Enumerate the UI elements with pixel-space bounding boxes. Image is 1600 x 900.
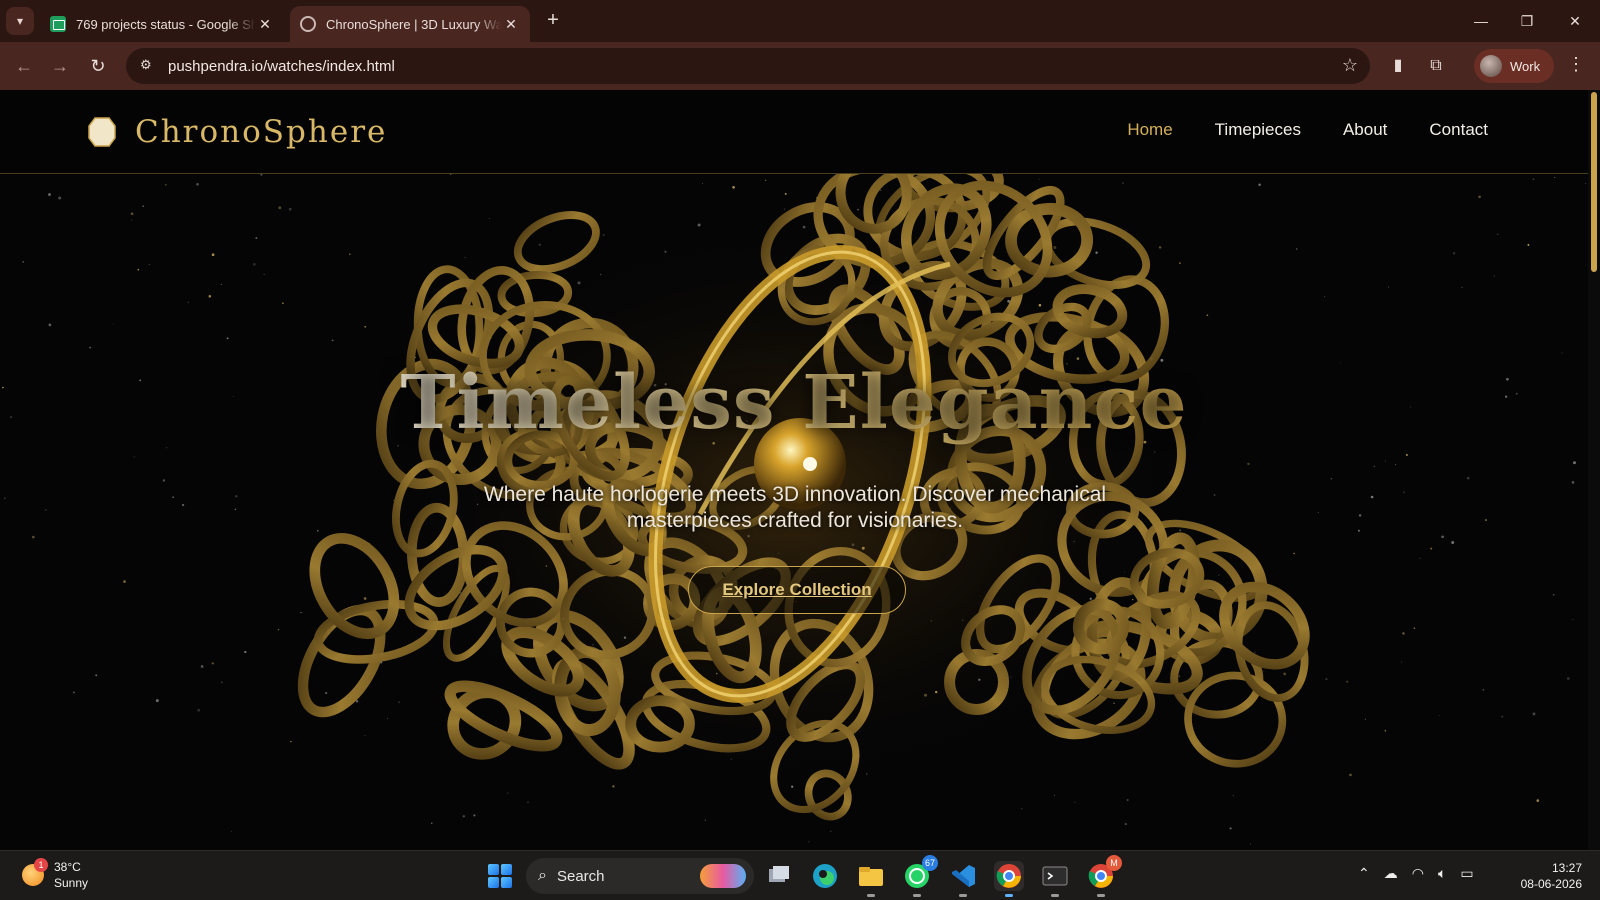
globe-icon	[300, 16, 316, 32]
hero-subtitle: Where haute horlogerie meets 3D innovati…	[450, 482, 1140, 534]
url-text: pushpendra.io/watches/index.html	[168, 57, 395, 75]
clock[interactable]: 13:27 08-06-2026	[1510, 860, 1582, 892]
terminal-icon[interactable]	[1040, 861, 1070, 897]
wifi-icon[interactable]: ◠	[1412, 865, 1424, 882]
restore-button[interactable]: ❐	[1512, 8, 1542, 34]
forward-button[interactable]: →	[46, 52, 74, 80]
clock-time: 13:27	[1551, 861, 1582, 875]
close-icon[interactable]: ✕	[502, 16, 520, 33]
edge-icon[interactable]	[810, 861, 840, 891]
main-nav: Home Timepieces About Contact	[1127, 120, 1488, 140]
search-highlight-icon	[700, 864, 746, 888]
explore-collection-button[interactable]: Explore Collection	[688, 566, 906, 614]
volume-icon[interactable]: 🔈︎	[1438, 865, 1446, 882]
nav-contact[interactable]: Contact	[1429, 120, 1488, 140]
nav-timepieces[interactable]: Timepieces	[1215, 120, 1301, 140]
whatsapp-badge: 67	[922, 855, 938, 871]
task-view-icon[interactable]	[764, 861, 794, 891]
avatar	[1480, 55, 1502, 77]
notification-badge: 1	[34, 858, 48, 872]
site-settings-icon[interactable]: ⚙	[140, 57, 158, 75]
running-indicator	[1005, 894, 1013, 897]
scrollbar-thumb[interactable]	[1591, 92, 1597, 272]
weather-desc: Sunny	[54, 876, 89, 890]
taskbar-search[interactable]: ⌕ Search	[526, 858, 754, 894]
whatsapp-icon[interactable]: 67	[902, 855, 938, 897]
browser-toolbar: ← → ↻ ⚙ pushpendra.io/watches/index.html…	[0, 42, 1600, 90]
sun-icon: 1	[22, 858, 48, 886]
tab-sheets[interactable]: 769 projects status - Google Sheets ✕	[40, 6, 284, 42]
search-icon: ⌕	[538, 867, 547, 884]
web-page: ChronoSphere Home Timepieces About Conta…	[0, 90, 1600, 850]
sheets-icon	[50, 16, 66, 32]
nav-about[interactable]: About	[1343, 120, 1387, 140]
page-scrollbar[interactable]	[1588, 90, 1600, 850]
minimize-button[interactable]: —	[1466, 8, 1496, 34]
weather-widget[interactable]: 1 38°C Sunny	[22, 858, 88, 891]
chevron-down-icon: ▾	[16, 14, 24, 28]
battery-icon[interactable]: ▭	[1460, 865, 1473, 882]
hero-subtitle-line: masterpieces crafted for visionaries.	[626, 509, 964, 532]
weather-temp: 38°C	[54, 860, 81, 874]
tab-title: 769 projects status - Google Sheets	[76, 16, 256, 32]
hero-title: Timeless Elegance	[400, 360, 1188, 446]
address-bar[interactable]: ⚙ pushpendra.io/watches/index.html ☆	[126, 48, 1370, 84]
tab-title: ChronoSphere | 3D Luxury Watches	[326, 16, 502, 32]
running-indicator	[1051, 894, 1059, 897]
bookmark-star-icon[interactable]: ☆	[1342, 55, 1358, 76]
onedrive-icon[interactable]: ☁	[1384, 865, 1398, 882]
tab-strip: ▾ 769 projects status - Google Sheets ✕ …	[0, 0, 1600, 42]
system-tray: ⌃ ☁ ◠ 🔈︎ ▭	[1358, 865, 1474, 882]
search-label: Search	[556, 867, 605, 885]
tab-search-button[interactable]: ▾	[6, 7, 34, 35]
reading-list-icon[interactable]: ▮	[1386, 54, 1410, 78]
weather-text: 38°C Sunny	[54, 859, 88, 891]
chevron-up-icon[interactable]: ⌃	[1358, 865, 1370, 882]
site-header: ChronoSphere Home Timepieces About Conta…	[0, 90, 1588, 174]
watch-logo-icon	[88, 117, 116, 147]
running-indicator	[1097, 894, 1105, 897]
vscode-icon[interactable]	[948, 861, 978, 897]
nav-home[interactable]: Home	[1127, 120, 1172, 140]
windows-start-icon[interactable]	[488, 864, 512, 888]
new-tab-button[interactable]: +	[540, 8, 566, 34]
back-button[interactable]: ←	[10, 52, 38, 80]
site-logo-text[interactable]: ChronoSphere	[135, 114, 387, 150]
profile-button[interactable]: Work	[1474, 49, 1554, 83]
taskbar: 1 38°C Sunny ⌕ Search 67 M ⌃ ☁ ◠ 🔈︎ ▭ 13…	[0, 850, 1600, 900]
file-explorer-icon[interactable]	[856, 861, 886, 897]
clock-date: 08-06-2026	[1520, 877, 1582, 891]
profile-label: Work	[1510, 58, 1541, 74]
chrome-profile-icon[interactable]: M	[1086, 855, 1122, 897]
chrome-icon[interactable]	[994, 861, 1024, 897]
reload-button[interactable]: ↻	[84, 52, 112, 80]
running-indicator	[959, 894, 967, 897]
running-indicator	[913, 894, 921, 897]
close-window-button[interactable]: ✕	[1560, 8, 1590, 34]
chrome-profile-badge: M	[1106, 855, 1122, 871]
running-indicator	[867, 894, 875, 897]
close-icon[interactable]: ✕	[256, 16, 274, 33]
browser-menu-icon[interactable]: ⋮	[1566, 54, 1586, 75]
hero-subtitle-line: Where haute horlogerie meets 3D innovati…	[483, 483, 1107, 506]
tab-chronosphere[interactable]: ChronoSphere | 3D Luxury Watches ✕	[290, 6, 530, 42]
extensions-icon[interactable]: ⧉	[1424, 54, 1448, 78]
